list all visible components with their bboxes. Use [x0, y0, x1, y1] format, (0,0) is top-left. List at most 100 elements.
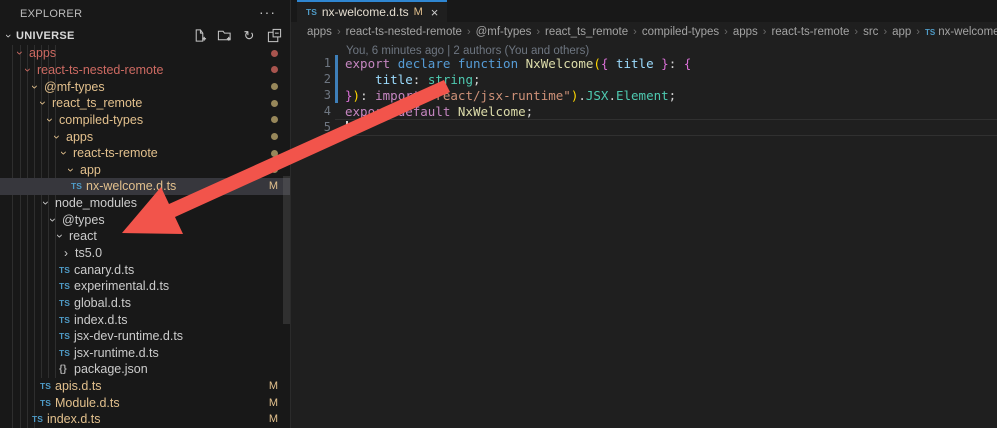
- tree-item-apis.d.ts[interactable]: TSapis.d.tsM: [0, 378, 290, 395]
- breadcrumb-item-compiled-types[interactable]: compiled-types: [642, 26, 719, 38]
- tree-item-app[interactable]: ›app: [0, 161, 290, 178]
- breadcrumb-item-react-ts-remote[interactable]: react-ts-remote: [771, 26, 849, 38]
- breadcrumb-separator: ›: [916, 26, 920, 38]
- tab-modified-badge: M: [414, 6, 423, 18]
- tree-item-label: nx-welcome.d.ts: [86, 179, 176, 193]
- tree-item-nx-welcome.d.ts[interactable]: TSnx-welcome.d.tsM: [0, 178, 290, 195]
- tree-item-experimental.d.ts[interactable]: TSexperimental.d.ts: [0, 278, 290, 295]
- code-area[interactable]: 1 export declare function NxWelcome({ tit…: [291, 55, 997, 135]
- chevron-down-icon[interactable]: ›: [57, 147, 71, 159]
- close-icon[interactable]: ×: [431, 5, 439, 20]
- editor-group: TS nx-welcome.d.ts M × apps › react-ts-nes…: [291, 0, 997, 428]
- code-line-5[interactable]: 5: [291, 119, 997, 135]
- gutter-change-indicator: [335, 103, 338, 119]
- tree-item-label: index.d.ts: [47, 412, 101, 426]
- chevron-right-icon[interactable]: ›: [60, 246, 72, 260]
- tree-item-label: package.json: [74, 362, 148, 376]
- tree-item-label: jsx-dev-runtime.d.ts: [74, 329, 183, 343]
- sidebar-scrollbar[interactable]: [283, 176, 290, 324]
- ts-file-icon: TS: [59, 331, 74, 341]
- code-text: }): import("react/jsx-runtime").JSX.Elem…: [345, 88, 676, 103]
- tree-item-jsx-dev-runtime.d.ts[interactable]: TSjsx-dev-runtime.d.ts: [0, 328, 290, 345]
- tree-item-label: jsx-runtime.d.ts: [74, 346, 159, 360]
- tree-item-ts5.0[interactable]: ›ts5.0: [0, 245, 290, 262]
- line-number: 2: [291, 72, 331, 86]
- tree-item-global.d.ts[interactable]: TSglobal.d.ts: [0, 295, 290, 312]
- tree-item-react-ts-nested-remote[interactable]: ›react-ts-nested-remote: [0, 62, 290, 79]
- ts-file-icon: TS: [306, 7, 317, 17]
- ts-file-icon: TS: [59, 281, 74, 291]
- breadcrumb-item-apps[interactable]: apps: [733, 26, 758, 38]
- breadcrumb-item-apps[interactable]: apps: [307, 26, 332, 38]
- git-modified-badge: M: [269, 413, 278, 425]
- json-file-icon: {}: [59, 364, 74, 375]
- code-text: title: string;: [345, 72, 481, 87]
- line-number: 1: [291, 56, 331, 70]
- tree-item-node_modules[interactable]: ›node_modules: [0, 195, 290, 212]
- chevron-down-icon[interactable]: ›: [64, 164, 78, 176]
- tree-item-canary.d.ts[interactable]: TScanary.d.ts: [0, 261, 290, 278]
- git-modified-badge: M: [269, 397, 278, 409]
- tree-item-index.d.ts[interactable]: TSindex.d.ts M: [0, 411, 290, 428]
- git-modified-dot: [271, 150, 278, 157]
- tree-item-label: Module.d.ts: [55, 396, 120, 410]
- tree-item-compiled-types[interactable]: ›compiled-types: [0, 112, 290, 129]
- breadcrumb-separator: ›: [724, 26, 728, 38]
- breadcrumb-separator: ›: [467, 26, 471, 38]
- breadcrumb-item-react-ts-nested-remote[interactable]: react-ts-nested-remote: [346, 26, 462, 38]
- tree-item-@types[interactable]: ›@types: [0, 211, 290, 228]
- line-number: 5: [291, 120, 331, 134]
- line-number: 3: [291, 88, 331, 102]
- chevron-down-icon[interactable]: ›: [50, 131, 64, 143]
- tree-item-apps[interactable]: ›apps: [0, 128, 290, 145]
- tree-item-@mf-types[interactable]: ›@mf-types: [0, 78, 290, 95]
- tree-item-label: react: [69, 229, 97, 243]
- chevron-down-icon[interactable]: ›: [46, 214, 60, 226]
- git-modified-dot: [271, 50, 278, 57]
- chevron-down-icon[interactable]: ›: [43, 114, 57, 126]
- code-text: export default NxWelcome;: [345, 104, 533, 119]
- text-cursor: [346, 121, 348, 134]
- code-line-4[interactable]: 4 export default NxWelcome;: [291, 103, 997, 119]
- tree-item-label: apps: [29, 46, 56, 60]
- tree-item-label: canary.d.ts: [74, 263, 134, 277]
- chevron-down-icon[interactable]: ›: [53, 230, 67, 242]
- tree-item-label: react_ts_remote: [52, 96, 142, 110]
- tree-item-apps[interactable]: ›apps: [0, 45, 290, 62]
- code-line-2[interactable]: 2 title: string;: [291, 71, 997, 87]
- chevron-down-icon[interactable]: ›: [28, 81, 42, 93]
- tree-item-label: ts5.0: [75, 246, 102, 260]
- ts-file-icon: TS: [59, 298, 74, 308]
- tab-nx-welcome[interactable]: TS nx-welcome.d.ts M ×: [297, 0, 447, 22]
- breadcrumb-item-file[interactable]: nx-welcome.d.ts: [938, 26, 997, 38]
- tree-item-package.json[interactable]: {}package.json: [0, 361, 290, 378]
- breadcrumb-item-react_ts_remote[interactable]: react_ts_remote: [545, 26, 628, 38]
- line-number: 4: [291, 104, 331, 118]
- ts-file-icon: TS: [59, 315, 74, 325]
- chevron-down-icon[interactable]: ›: [39, 197, 53, 209]
- tree-item-jsx-runtime.d.ts[interactable]: TSjsx-runtime.d.ts: [0, 345, 290, 362]
- ts-file-icon: TS: [40, 381, 55, 391]
- tree-item-label: index.d.ts: [74, 313, 128, 327]
- code-line-1[interactable]: 1 export declare function NxWelcome({ tit…: [291, 55, 997, 71]
- breadcrumb-item-@mf-types[interactable]: @mf-types: [476, 26, 532, 38]
- breadcrumb-item-src[interactable]: src: [863, 26, 878, 38]
- tree-item-react-ts-remote[interactable]: ›react-ts-remote: [0, 145, 290, 162]
- chevron-down-icon[interactable]: ›: [21, 64, 35, 76]
- tree-item-react_ts_remote[interactable]: ›react_ts_remote: [0, 95, 290, 112]
- code-line-3[interactable]: 3 }): import("react/jsx-runtime").JSX.Ele…: [291, 87, 997, 103]
- tree-item-react[interactable]: ›react: [0, 228, 290, 245]
- tree-item-index.d.ts[interactable]: TSindex.d.ts: [0, 311, 290, 328]
- chevron-down-icon[interactable]: ›: [13, 47, 27, 59]
- git-modified-badge: M: [269, 380, 278, 392]
- chevron-down-icon[interactable]: ›: [36, 97, 50, 109]
- tree-item-label: app: [80, 163, 101, 177]
- tree-item-Module.d.ts[interactable]: TSModule.d.tsM: [0, 394, 290, 411]
- tree-item-label: experimental.d.ts: [74, 279, 169, 293]
- tree-item-label: global.d.ts: [74, 296, 131, 310]
- ts-file-icon: TS: [32, 414, 47, 424]
- breadcrumb-item-app[interactable]: app: [892, 26, 911, 38]
- gutter-change-indicator: [335, 119, 338, 135]
- code-text: export declare function NxWelcome({ titl…: [345, 56, 691, 71]
- file-tree: ›apps›react-ts-nested-remote›@mf-types›r…: [0, 45, 290, 428]
